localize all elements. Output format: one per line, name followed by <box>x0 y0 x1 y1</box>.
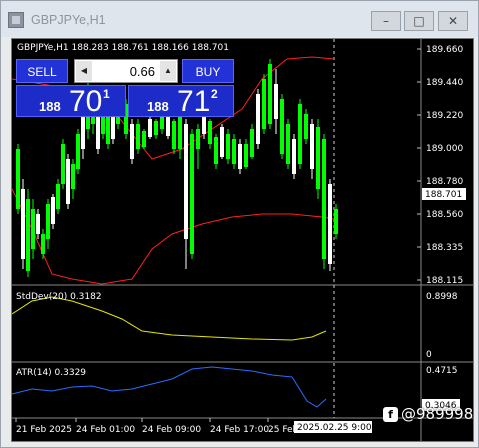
candle-body <box>36 214 40 234</box>
watermark-logo-icon: f <box>383 407 398 422</box>
candle-body <box>226 134 230 159</box>
price-tick-label: 188.780 <box>426 177 463 187</box>
candle-body <box>316 127 320 189</box>
stddev-label: StdDev(20) 0.3182 <box>16 292 102 302</box>
buy-price-prefix: 188 <box>147 99 169 114</box>
candle-body <box>328 184 332 264</box>
current-price-label: 188.701 <box>425 190 462 200</box>
candle-body <box>208 121 212 144</box>
sell-price-sup: 1 <box>103 87 110 101</box>
chart-window: GBPJPYe,H1 – □ ✕ GBPJPYe,H1 188.283 188.… <box>0 0 479 448</box>
candle-body <box>190 134 194 254</box>
sell-button[interactable]: SELL <box>16 59 68 83</box>
stddev-indicator <box>12 296 327 341</box>
time-tick-label: 25 Feb <box>268 425 299 435</box>
candle-body <box>96 114 100 149</box>
buy-price-big: 71 <box>177 85 211 118</box>
atr-max-label: 0.4715 <box>426 366 458 376</box>
candle-body <box>21 189 25 259</box>
candle-body <box>298 104 302 164</box>
candle-body <box>262 79 266 129</box>
candle-body <box>244 144 248 167</box>
price-tick-label: 188.335 <box>426 243 463 253</box>
candle-body <box>56 184 60 209</box>
candle-body <box>26 199 30 271</box>
candle-body <box>66 159 70 204</box>
buy-price[interactable]: 188 71 2 <box>128 85 234 118</box>
candle-body <box>334 209 338 234</box>
time-tick-label: 21 Feb 2025 <box>16 425 72 435</box>
stddev-line <box>12 296 327 341</box>
one-click-trading-panel: SELL ◀ ▲ BUY 188 70 1 188 71 2 <box>16 57 236 118</box>
candle-body <box>256 94 260 144</box>
candle-body <box>268 64 272 124</box>
time-tick-label: 24 Feb 17:00 <box>210 425 269 435</box>
candle-body <box>238 144 242 169</box>
minimize-button[interactable]: – <box>371 11 401 31</box>
candle-body <box>220 127 224 157</box>
stddev-min-label: 0 <box>426 350 432 360</box>
candle-body <box>16 149 20 209</box>
candle-body <box>154 121 158 135</box>
candle-body <box>280 99 284 154</box>
time-tick-label: 24 Feb 09:00 <box>142 425 201 435</box>
chart-window-icon <box>8 12 24 28</box>
stddev-max-label: 0.8998 <box>426 292 458 302</box>
lower-band-line <box>12 188 335 285</box>
candle-body <box>142 131 146 147</box>
price-tick-label: 189.000 <box>426 144 463 154</box>
candle-body <box>166 117 170 136</box>
candle-body <box>111 117 115 139</box>
maximize-button[interactable]: □ <box>404 11 434 31</box>
candle-body <box>172 121 176 149</box>
sell-price-prefix: 188 <box>39 99 61 114</box>
candle-body <box>214 137 218 164</box>
price-tick-label: 188.560 <box>426 210 463 220</box>
buy-price-sup: 2 <box>211 87 218 101</box>
window-title: GBPJPYe,H1 <box>31 13 106 27</box>
price-tick-label: 189.220 <box>426 111 463 121</box>
candle-body <box>232 139 236 164</box>
title-bar[interactable]: GBPJPYe,H1 – □ ✕ <box>1 1 478 37</box>
volume-input[interactable] <box>95 60 159 82</box>
watermark: f @989998 <box>383 405 473 429</box>
candle-body <box>178 114 182 149</box>
candle-body <box>184 124 188 239</box>
sell-price-big: 70 <box>69 85 103 118</box>
candle-body <box>130 124 134 159</box>
candle-body <box>292 139 296 174</box>
volume-increase-arrow-icon[interactable]: ▲ <box>160 61 176 81</box>
chart-caption: GBPJPYe,H1 188.283 188.761 188.166 188.7… <box>17 43 229 53</box>
candle-body <box>304 114 308 139</box>
candle-body <box>322 139 326 259</box>
volume-decrease-arrow-icon[interactable]: ◀ <box>76 61 92 81</box>
candle-body <box>148 119 152 137</box>
atr-label: ATR(14) 0.3329 <box>16 368 86 378</box>
candle-body <box>196 129 200 149</box>
price-tick-label: 189.660 <box>426 45 463 55</box>
sell-price[interactable]: 188 70 1 <box>16 85 126 118</box>
candle-body <box>136 124 140 149</box>
time-tick-label: 24 Feb 01:00 <box>76 425 135 435</box>
candle-body <box>41 234 45 254</box>
candle-body <box>286 124 290 164</box>
candle-body <box>31 209 35 249</box>
candle-body <box>51 197 55 224</box>
candle-body <box>71 164 75 189</box>
close-button[interactable]: ✕ <box>438 11 468 31</box>
candle-body <box>310 124 314 169</box>
volume-control: ◀ ▲ <box>74 59 178 83</box>
price-tick-label: 189.440 <box>426 78 463 88</box>
price-tick-label: 188.115 <box>426 276 463 286</box>
candle-body <box>274 84 278 119</box>
candle-body <box>76 134 80 169</box>
candle-body <box>61 144 65 184</box>
watermark-text: @989998 <box>401 405 474 423</box>
crosshair-time-label: 2025.02.25 9:00 <box>297 423 372 433</box>
candle-body <box>250 129 254 157</box>
price-axis: 189.660 189.440 189.220 189.000 188.780 188.5… <box>417 45 463 286</box>
buy-button[interactable]: BUY <box>182 59 234 83</box>
time-axis: 21 Feb 2025 24 Feb 01:00 24 Feb 09:00 24 Fe… <box>15 418 299 435</box>
candle-body <box>46 204 50 239</box>
